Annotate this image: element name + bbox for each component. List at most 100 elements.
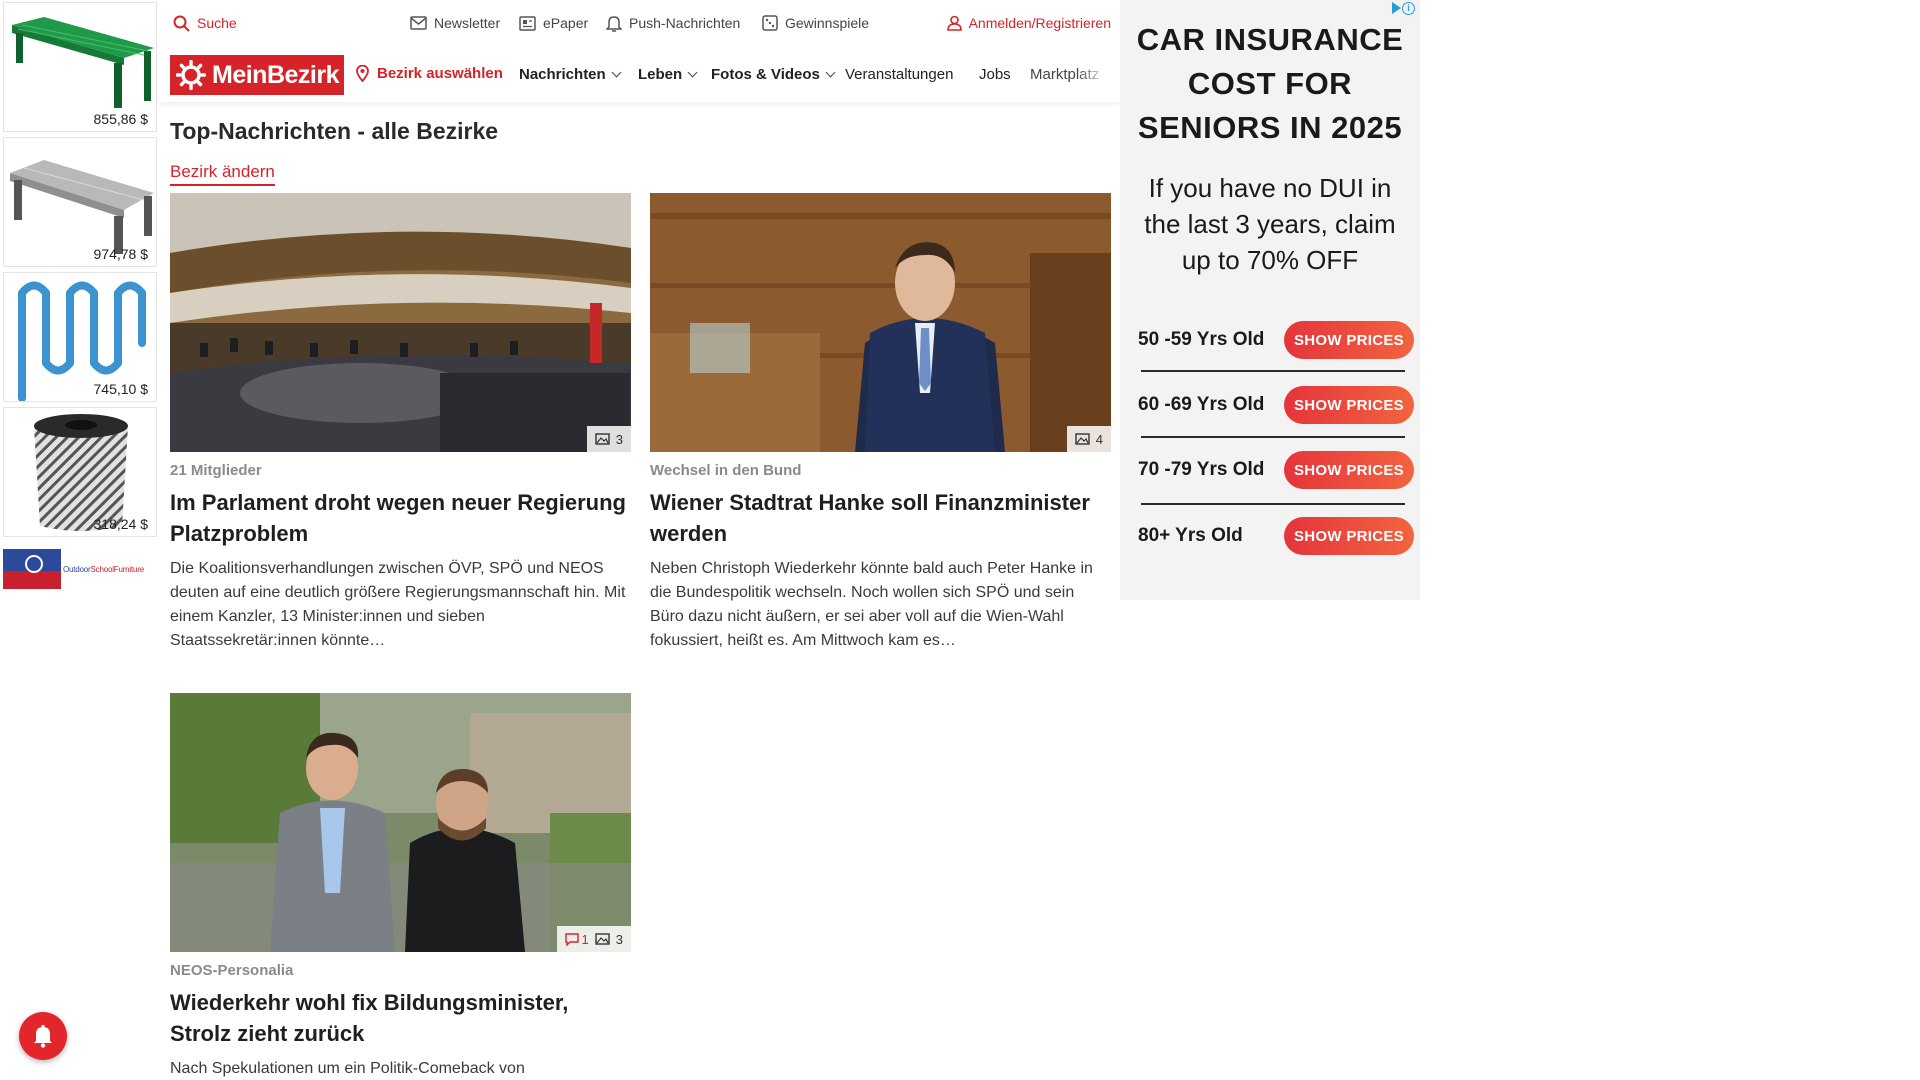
show-prices-button[interactable]: SHOW PRICES [1284,321,1414,359]
article-card[interactable]: 4 Wechsel in den Bund Wiener Stadtrat Ha… [650,193,1111,653]
ad-headline-line: CAR INSURANCE [1136,22,1404,57]
ad-divider [1141,370,1405,372]
ad-age-row[interactable]: 80+ Yrs Old SHOW PRICES [1138,516,1414,556]
contests-label: Gewinnspiele [785,15,870,31]
brand-flag-icon [3,549,61,589]
search-link[interactable]: Suche [173,13,237,33]
show-prices-button[interactable]: SHOW PRICES [1284,451,1414,489]
epaper-label: ePaper [543,15,589,31]
ad-age-row[interactable]: 60 -69 Yrs Old SHOW PRICES [1138,385,1414,425]
utility-bar: Suche Newsletter ePaper Push-Nachrichten… [159,0,1120,46]
push-label: Push-Nachrichten [629,15,741,31]
chevron-down-icon [825,67,836,78]
article-headline[interactable]: Wiener Stadtrat Hanke soll Finanzministe… [650,487,1111,549]
comment-count-badge: 1 [564,932,589,947]
product-price: 855,86 $ [93,111,149,127]
left-ad-banner[interactable]: i 855,86 $ 974,78 $ 745,10 $ [0,0,159,600]
article-teaser: Nach Spekulationen um ein Politik-Comeba… [170,1060,525,1077]
push-notifications-link[interactable]: Push-Nachrichten [606,13,740,33]
nav-item-label: Marktplatz [1030,66,1100,83]
ad-headline-line: COST FOR [1187,66,1353,101]
contests-link[interactable]: Gewinnspiele [762,13,869,33]
ad-product-tile[interactable]: 855,86 $ [3,2,157,132]
ad-divider [1141,436,1405,438]
search-icon [173,15,190,32]
user-icon [946,15,962,31]
main-navigation: MeinBezirk Bezirk auswählen Nachrichten … [159,46,1120,102]
age-range-label: 50 -59 Yrs Old [1138,329,1265,350]
photos-icon [595,433,610,445]
chevron-down-icon [687,67,698,78]
parliament-photo [170,193,631,452]
ad-headline: CAR INSURANCE COST FOR SENIORS IN 2025 [1120,18,1420,150]
article-image[interactable]: 3 [170,193,631,452]
media-badges: 3 [586,426,631,452]
nav-item-label: Jobs [979,66,1011,83]
comment-icon [564,932,579,946]
product-price: 974,78 $ [93,246,149,262]
article-card[interactable]: 1 3 NEOS-Personalia Wiederkehr wohl fix … [170,693,631,1080]
product-price: 318,24 $ [93,516,149,532]
ad-subheadline: If you have no DUI in the last 3 years, … [1144,173,1396,275]
login-link[interactable]: Anmelden/Registrieren [946,13,1111,33]
nav-item-leben[interactable]: Leben [638,66,698,83]
article-kicker: 21 Mitglieder [170,462,262,479]
article-headline[interactable]: Im Parlament droht wegen neuer Regierung… [170,487,631,549]
media-badges: 1 3 [556,926,631,952]
meinbezirk-logo[interactable]: MeinBezirk [170,55,344,95]
nav-item-nachrichten[interactable]: Nachrichten [519,66,622,83]
ad-headline-line: SENIORS IN 2025 [1137,110,1403,145]
ad-product-tile[interactable]: 318,24 $ [3,407,157,537]
show-prices-button[interactable]: SHOW PRICES [1284,386,1414,424]
two-men-photo [170,693,631,952]
photo-count-badge: 3 [595,932,623,947]
nav-item-label: Leben [638,66,683,83]
article-image[interactable]: 1 3 [170,693,631,952]
newsletter-label: Newsletter [434,15,501,31]
main-content: Suche Newsletter ePaper Push-Nachrichten… [159,0,1120,1080]
article-teaser: Die Koalitionsverhandlungen zwischen ÖVP… [170,560,626,649]
newspaper-icon [519,15,536,31]
logo-text: MeinBezirk [212,60,339,89]
adchoices-icon[interactable]: i [1392,0,1418,16]
district-select-label: Bezirk auswählen [377,65,503,82]
envelope-icon [410,16,427,30]
age-range-label: 70 -79 Yrs Old [1138,459,1265,480]
logo-sun-icon [176,60,206,90]
location-pin-icon [356,65,369,82]
ad-product-tile[interactable]: 745,10 $ [3,272,157,402]
dice-icon [762,15,778,31]
article-teaser: Neben Christoph Wiederkehr könnte bald a… [650,560,1093,649]
right-ad-banner[interactable]: i CAR INSURANCE COST FOR SENIORS IN 2025… [1120,0,1420,600]
bell-icon [34,1024,52,1048]
article-headline[interactable]: Wiederkehr wohl fix Bildungsminister, St… [170,987,631,1049]
photos-icon [1075,433,1090,445]
nav-item-label: Fotos & Videos [711,66,820,83]
nav-item-label: Veranstaltungen [845,66,954,83]
ad-age-row[interactable]: 50 -59 Yrs Old SHOW PRICES [1138,320,1414,360]
nav-item-veranstaltungen[interactable]: Veranstaltungen [845,66,953,83]
epaper-link[interactable]: ePaper [519,13,588,33]
photos-icon [595,933,610,945]
ad-brand-logo[interactable]: OutdoorSchoolFurniture [3,548,157,590]
ad-divider [1141,503,1405,505]
ad-age-row[interactable]: 70 -79 Yrs Old SHOW PRICES [1138,450,1414,490]
product-price: 745,10 $ [93,381,149,397]
ad-product-tile[interactable]: 974,78 $ [3,137,157,267]
district-select[interactable]: Bezirk auswählen [356,65,503,82]
photo-count-badge: 4 [1075,432,1103,447]
nav-item-marktplatz[interactable]: Marktplatz [1030,66,1108,83]
newsletter-link[interactable]: Newsletter [410,13,500,33]
photo-count-badge: 3 [595,432,623,447]
nav-item-fotos-videos[interactable]: Fotos & Videos [711,66,836,83]
age-range-label: 80+ Yrs Old [1138,525,1243,546]
show-prices-button[interactable]: SHOW PRICES [1284,517,1414,555]
change-district-link[interactable]: Bezirk ändern [170,162,275,186]
nav-item-label: Nachrichten [519,66,606,83]
photo-count: 3 [615,931,623,947]
notification-bell-button[interactable] [19,1012,67,1060]
nav-item-jobs[interactable]: Jobs [979,66,1011,83]
article-image[interactable]: 4 [650,193,1111,452]
article-card[interactable]: 3 21 Mitglieder Im Parlament droht wegen… [170,193,631,653]
article-kicker: Wechsel in den Bund [650,462,802,479]
